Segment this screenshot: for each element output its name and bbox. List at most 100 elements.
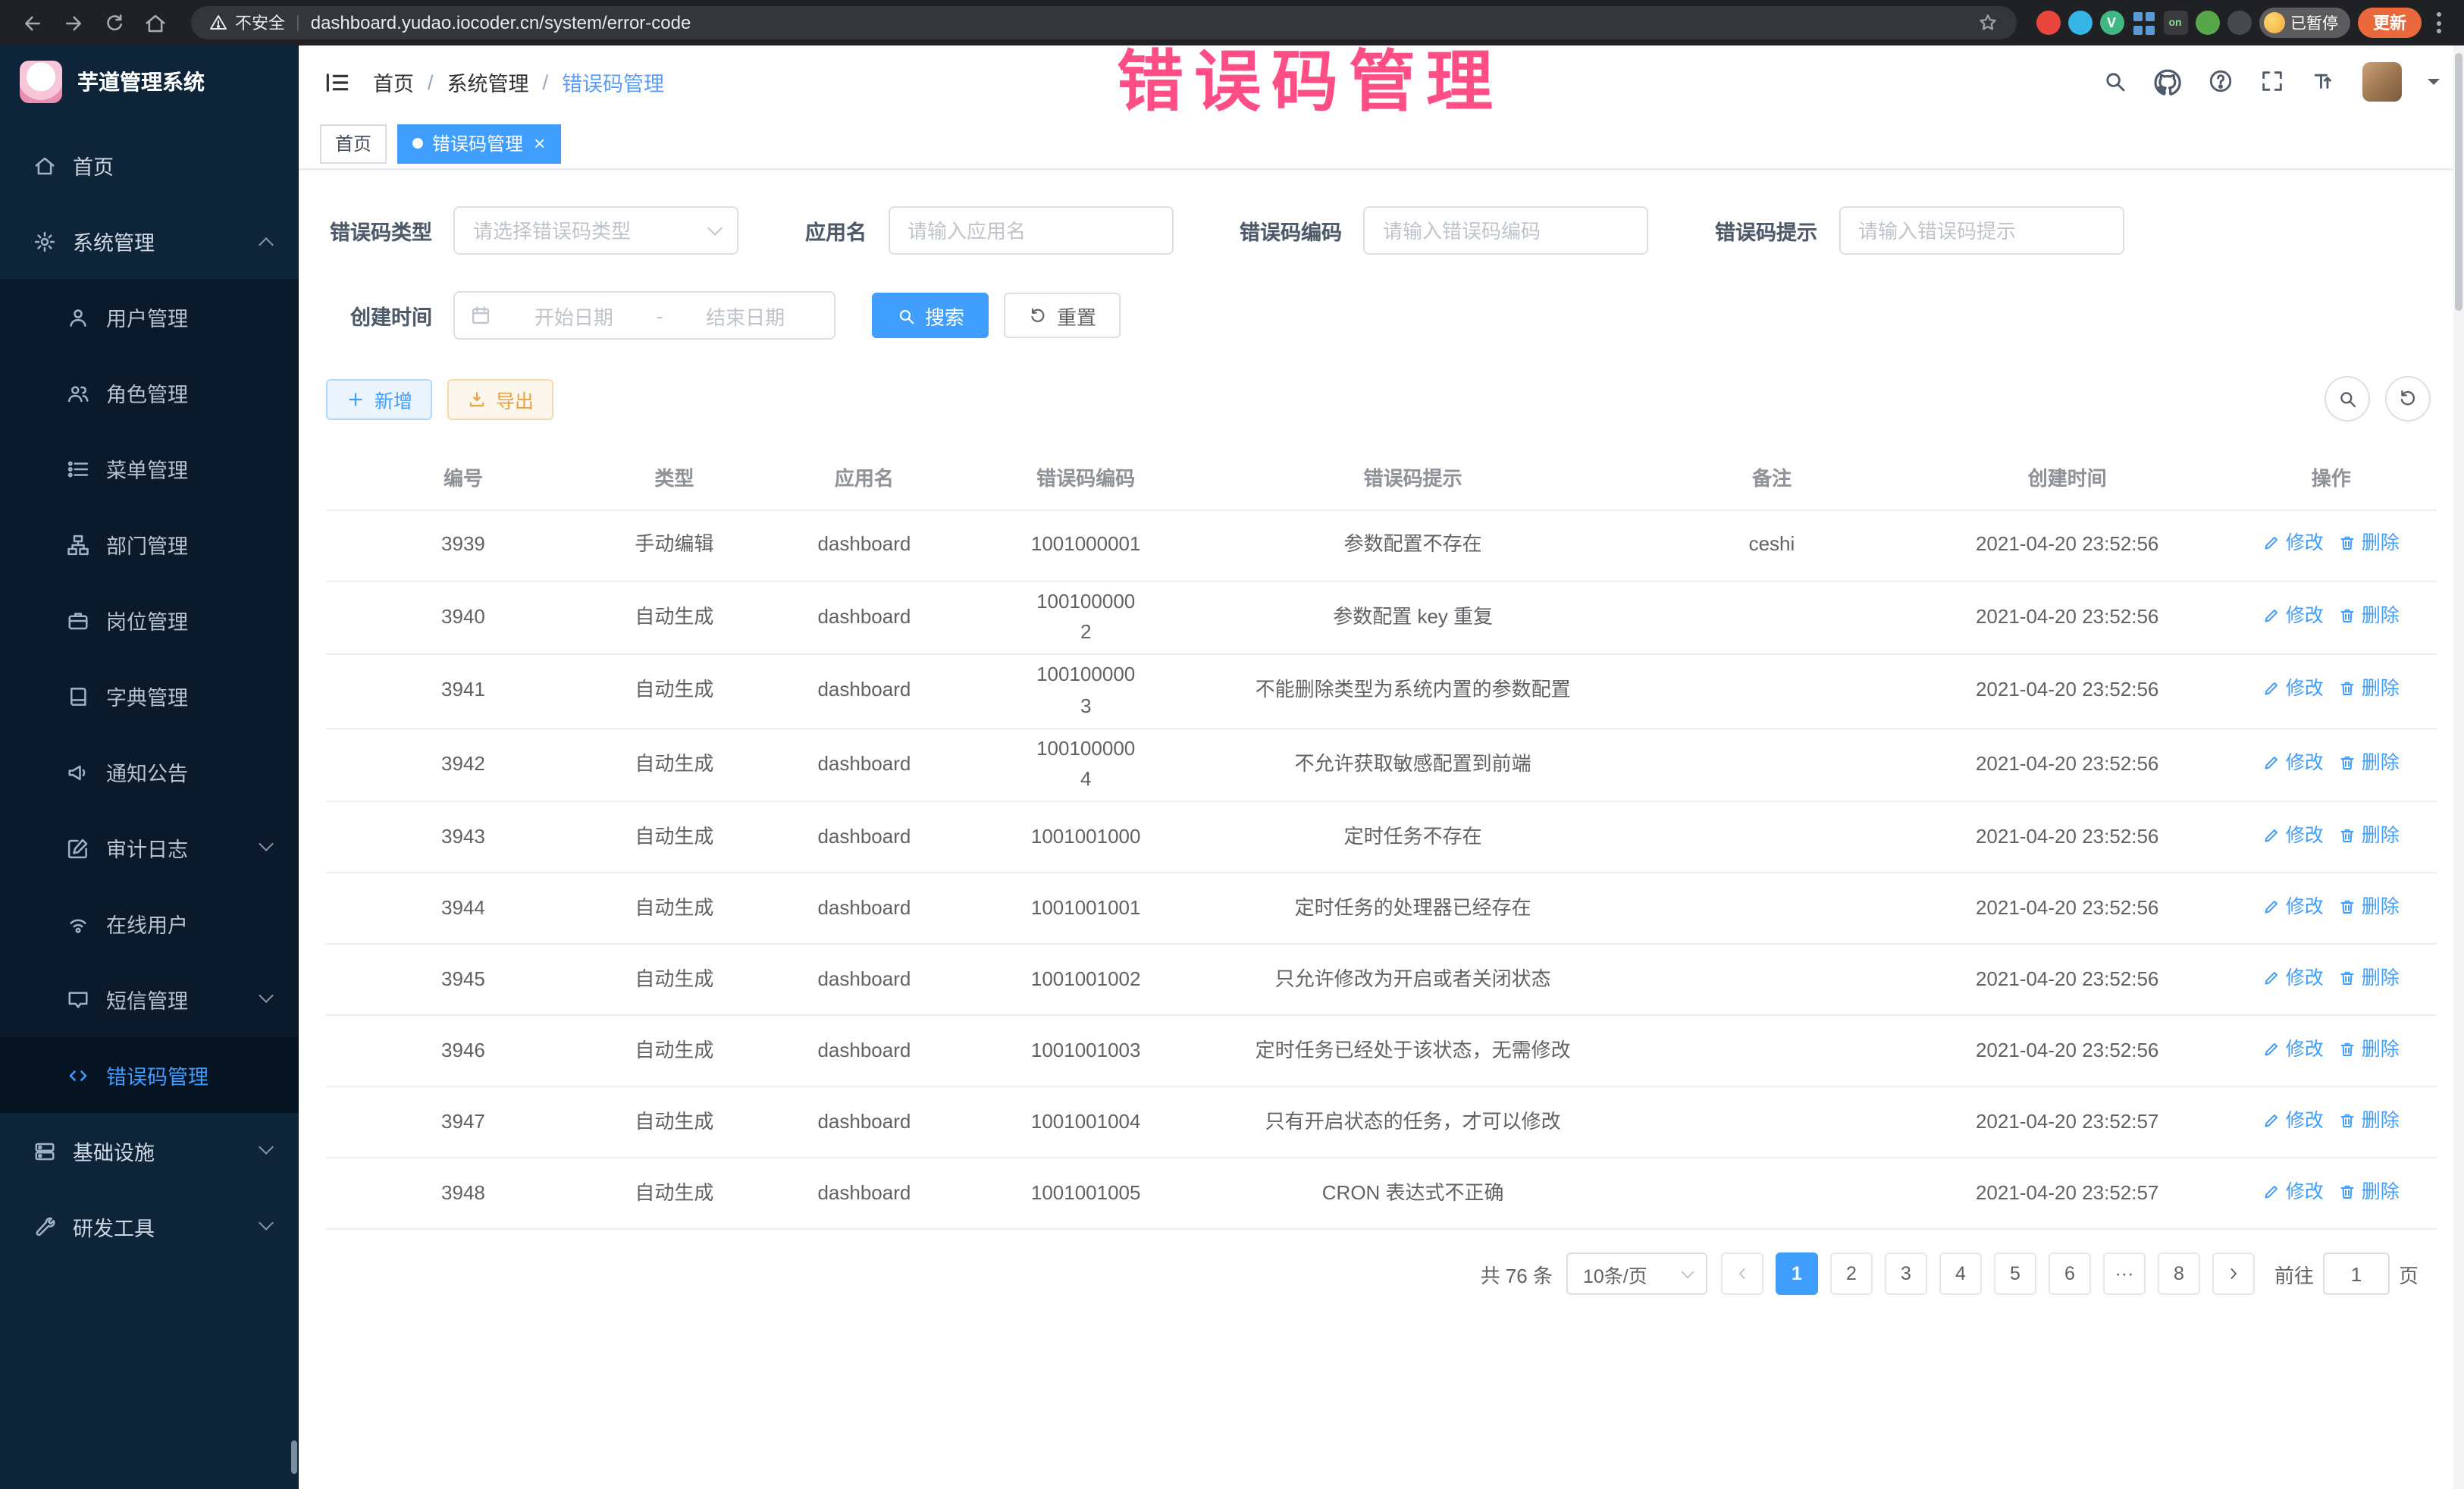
- sidebar-item-notice-announcement[interactable]: 通知公告: [0, 734, 299, 810]
- edit-button[interactable]: 修改: [2263, 528, 2324, 558]
- chevron-down-icon[interactable]: [2428, 79, 2440, 91]
- delete-button[interactable]: 删除: [2339, 1105, 2400, 1136]
- sidebar-item-dict-management[interactable]: 字典管理: [0, 658, 299, 734]
- user-avatar[interactable]: [2362, 62, 2402, 102]
- page-button-6[interactable]: 6: [2049, 1253, 2091, 1296]
- tab-error-code-management[interactable]: 错误码管理×: [397, 124, 560, 163]
- sidebar-item-home[interactable]: 首页: [0, 127, 299, 203]
- delete-button[interactable]: 删除: [2339, 820, 2400, 851]
- next-page-button[interactable]: [2212, 1253, 2255, 1296]
- breadcrumb-item[interactable]: 首页: [373, 67, 414, 97]
- edit-button[interactable]: 修改: [2263, 600, 2324, 631]
- app-logo[interactable]: 芋道管理系统: [0, 45, 299, 118]
- tab-home[interactable]: 首页: [320, 124, 387, 163]
- sidebar-collapse-button[interactable]: [323, 67, 352, 96]
- search-button[interactable]: 搜索: [872, 293, 989, 338]
- breadcrumb-item[interactable]: 错误码管理: [562, 67, 664, 97]
- github-link[interactable]: [2153, 67, 2182, 96]
- more-pages-button[interactable]: ···: [2103, 1253, 2146, 1296]
- cell-message: 参数配置不存在: [1191, 509, 1635, 581]
- browser-menu-button[interactable]: [2429, 12, 2449, 33]
- edit-button[interactable]: 修改: [2263, 892, 2324, 922]
- delete-button[interactable]: 删除: [2339, 674, 2400, 704]
- vue-devtools-icon[interactable]: V: [2099, 11, 2124, 35]
- page-button-1[interactable]: 1: [1776, 1253, 1818, 1296]
- close-icon[interactable]: ×: [534, 133, 545, 153]
- error-hint-input[interactable]: [1839, 206, 2124, 255]
- extension-red-icon[interactable]: [2036, 11, 2060, 35]
- error-hint-field[interactable]: [1839, 206, 2124, 255]
- sidebar-item-post-management[interactable]: 岗位管理: [0, 582, 299, 658]
- font-size-button[interactable]: [2311, 68, 2337, 96]
- address-bar[interactable]: 不安全 | dashboard.yudao.iocoder.cn/system/…: [191, 6, 2016, 39]
- fullscreen-button[interactable]: [2259, 68, 2285, 96]
- error-type-input[interactable]: [453, 206, 738, 255]
- edit-button[interactable]: 修改: [2263, 674, 2324, 704]
- sidebar-item-online-users[interactable]: 在线用户: [0, 886, 299, 961]
- prev-page-button[interactable]: [1721, 1253, 1763, 1296]
- browser-home-button[interactable]: [138, 6, 171, 39]
- edit-button[interactable]: 修改: [2263, 1105, 2324, 1136]
- extension-grid-icon[interactable]: [2131, 11, 2155, 35]
- sidebar-item-system-management[interactable]: 系统管理: [0, 203, 299, 279]
- sidebar-item-dev-tools[interactable]: 研发工具: [0, 1189, 299, 1265]
- browser-reload-button[interactable]: [97, 6, 130, 39]
- help-button[interactable]: [2208, 68, 2234, 96]
- edit-button[interactable]: 修改: [2263, 748, 2324, 778]
- proxy-on-icon[interactable]: on: [2163, 11, 2187, 35]
- refresh-table-button[interactable]: [2385, 376, 2431, 422]
- edit-button[interactable]: 修改: [2263, 820, 2324, 851]
- app-name-field[interactable]: [888, 206, 1173, 255]
- edit-button[interactable]: 修改: [2263, 1177, 2324, 1207]
- sidebar-item-dept-management[interactable]: 部门管理: [0, 506, 299, 582]
- header-search-button[interactable]: [2102, 68, 2127, 96]
- reset-button[interactable]: 重置: [1004, 293, 1121, 338]
- sidebar-item-infrastructure[interactable]: 基础设施: [0, 1113, 299, 1189]
- delete-button[interactable]: 删除: [2339, 892, 2400, 922]
- error-code-field[interactable]: [1363, 206, 1648, 255]
- delete-button[interactable]: 删除: [2339, 1034, 2400, 1064]
- extension-green-icon[interactable]: [2195, 11, 2219, 35]
- page-button-3[interactable]: 3: [1885, 1253, 1927, 1296]
- browser-back-button[interactable]: [15, 6, 49, 39]
- browser-forward-button[interactable]: [56, 6, 89, 39]
- breadcrumb-item[interactable]: 系统管理: [447, 67, 529, 97]
- edit-button[interactable]: 修改: [2263, 1034, 2324, 1064]
- delete-button[interactable]: 删除: [2339, 748, 2400, 778]
- export-button[interactable]: 导出: [447, 378, 553, 419]
- sidebar-item-sms-management[interactable]: 短信管理: [0, 961, 299, 1037]
- date-start-placeholder[interactable]: 开始日期: [500, 301, 647, 330]
- sidebar-item-role-management[interactable]: 角色管理: [0, 355, 299, 431]
- sidebar-item-user-management[interactable]: 用户管理: [0, 279, 299, 355]
- sidebar-item-error-code-management[interactable]: 错误码管理: [0, 1037, 299, 1113]
- error-type-select[interactable]: [453, 206, 738, 255]
- edit-button[interactable]: 修改: [2263, 963, 2324, 993]
- sidebar-scrollbar-thumb[interactable]: [291, 1440, 297, 1474]
- extension-colorpicker-icon[interactable]: [2067, 11, 2092, 35]
- profile-paused-chip[interactable]: 已暂停: [2259, 8, 2350, 38]
- page-button-5[interactable]: 5: [1994, 1253, 2036, 1296]
- date-range-picker[interactable]: 开始日期 - 结束日期: [453, 291, 835, 340]
- scrollbar-thumb[interactable]: [2455, 53, 2462, 311]
- app-name-input[interactable]: [888, 206, 1173, 255]
- delete-button[interactable]: 删除: [2339, 600, 2400, 631]
- chevron-down-icon: [259, 1215, 274, 1230]
- delete-button[interactable]: 删除: [2339, 1177, 2400, 1207]
- error-code-input[interactable]: [1363, 206, 1648, 255]
- page-button-2[interactable]: 2: [1830, 1253, 1873, 1296]
- page-button-4[interactable]: 4: [1939, 1253, 1982, 1296]
- delete-button[interactable]: 删除: [2339, 528, 2400, 558]
- sidebar-item-audit-log[interactable]: 审计日志: [0, 810, 299, 886]
- delete-button[interactable]: 删除: [2339, 963, 2400, 993]
- add-button[interactable]: 新增: [326, 378, 432, 419]
- jump-page-input[interactable]: [2323, 1253, 2390, 1296]
- toggle-search-button[interactable]: [2324, 376, 2370, 422]
- date-end-placeholder[interactable]: 结束日期: [672, 301, 819, 330]
- extensions-puzzle-icon[interactable]: [2227, 11, 2251, 35]
- security-chip[interactable]: 不安全: [209, 11, 285, 35]
- bookmark-star-button[interactable]: [1977, 9, 1998, 36]
- browser-update-button[interactable]: 更新: [2358, 8, 2422, 38]
- page-button-8[interactable]: 8: [2158, 1253, 2200, 1296]
- sidebar-item-menu-management[interactable]: 菜单管理: [0, 431, 299, 506]
- page-size-select[interactable]: [1566, 1253, 1707, 1296]
